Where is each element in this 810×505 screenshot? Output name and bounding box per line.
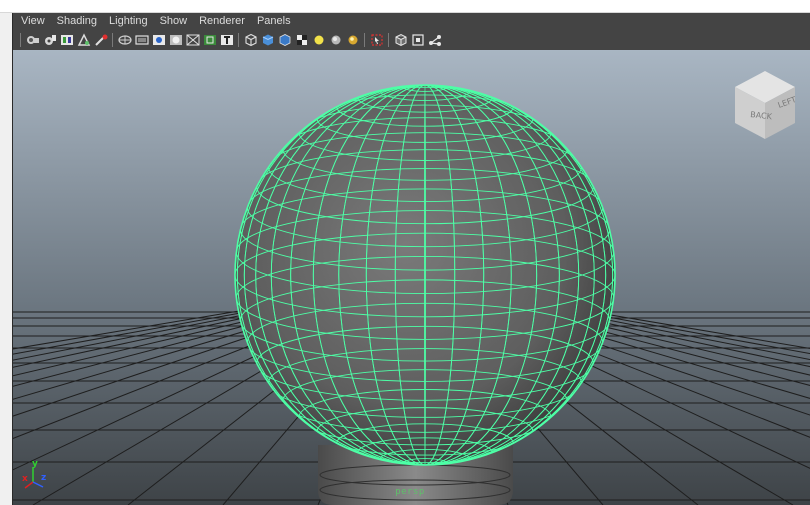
app-frame: View Shading Lighting Show Renderer Pane… [0, 0, 810, 505]
axis-y-label: y [32, 459, 38, 469]
grease-pencil-icon[interactable] [94, 33, 108, 47]
default-material-icon[interactable] [278, 33, 292, 47]
panel-toolbar [13, 30, 810, 50]
menu-renderer[interactable]: Renderer [193, 13, 251, 30]
xray-active-components-icon[interactable] [411, 33, 425, 47]
window-top-edge [0, 0, 810, 13]
menu-view[interactable]: View [13, 13, 51, 30]
toolbar-separator [388, 33, 389, 47]
image-plane-icon[interactable] [60, 33, 74, 47]
3d-viewport[interactable]: BACK LEFT y x z persp [13, 50, 810, 505]
xray-icon[interactable] [394, 33, 408, 47]
bookmark-camera-icon[interactable] [43, 33, 57, 47]
sphere-object[interactable] [234, 81, 616, 470]
camera-name-label: persp [395, 487, 425, 497]
resolution-gate-icon[interactable] [152, 33, 166, 47]
wireframe-icon[interactable] [244, 33, 258, 47]
textured-icon[interactable] [295, 33, 309, 47]
camera-attributes-icon[interactable] [26, 33, 40, 47]
menu-shading[interactable]: Shading [51, 13, 103, 30]
menu-lighting[interactable]: Lighting [103, 13, 154, 30]
ambient-occlusion-icon[interactable] [346, 33, 360, 47]
shadows-icon[interactable] [329, 33, 343, 47]
menu-panels[interactable]: Panels [251, 13, 297, 30]
xray-joints-icon[interactable] [428, 33, 442, 47]
gate-mask-icon[interactable] [169, 33, 183, 47]
menu-show[interactable]: Show [154, 13, 194, 30]
film-gate-icon[interactable] [134, 33, 149, 47]
viewport-scene[interactable]: BACK LEFT [13, 50, 810, 505]
field-chart-icon[interactable] [186, 33, 200, 47]
safe-title-icon[interactable] [220, 33, 234, 47]
viewport-panel: View Shading Lighting Show Renderer Pane… [12, 13, 810, 505]
toolbar-separator [112, 33, 113, 47]
safe-action-icon[interactable] [203, 33, 217, 47]
use-all-lights-icon[interactable] [312, 33, 326, 47]
toolbar-separator [364, 33, 365, 47]
panel-menubar: View Shading Lighting Show Renderer Pane… [13, 13, 810, 30]
smooth-shade-icon[interactable] [261, 33, 275, 47]
axis-x-label: x [22, 474, 28, 484]
isolate-select-icon[interactable] [370, 33, 384, 47]
grid-2d-pan-zoom-icon[interactable] [77, 33, 91, 47]
toolbar-grip [20, 33, 21, 47]
grid-toggle-icon[interactable] [117, 33, 132, 47]
axis-z-label: z [41, 473, 47, 483]
toolbar-separator [238, 33, 239, 47]
